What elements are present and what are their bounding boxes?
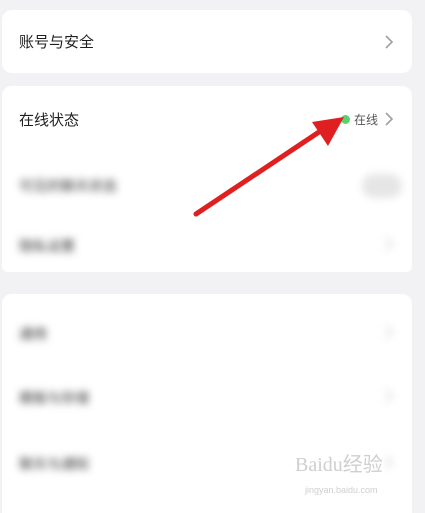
blurred-row-1-label: 可见的聊天状态: [19, 179, 117, 195]
chevron-right-icon: [385, 237, 394, 251]
blurred-row-2[interactable]: 隐私设置: [2, 218, 412, 272]
chevron-right-icon: [385, 112, 394, 126]
watermark-brand: Baidu经验: [295, 453, 383, 476]
account-security-card[interactable]: 账号与安全: [2, 10, 412, 73]
blurred-row-3-label: 通用: [19, 327, 47, 343]
status-card: 在线状态 在线 可见的聊天状态 隐私设置: [2, 86, 412, 272]
online-status-value: 在线: [340, 111, 378, 128]
blurred-row-5-label: 聊天与通知: [19, 457, 89, 473]
chevron-right-icon: [385, 389, 394, 403]
online-status-row[interactable]: 在线状态 在线: [2, 86, 412, 150]
watermark-url: jingyan.baidu.com: [304, 485, 378, 495]
blurred-row-3[interactable]: 通用: [2, 304, 412, 360]
online-status-text: 在线: [353, 113, 378, 127]
status-dot-icon: [340, 115, 350, 124]
chevron-right-icon: [385, 35, 394, 49]
blurred-row-4[interactable]: 模板与存储: [2, 368, 412, 424]
toggle-switch[interactable]: [362, 174, 402, 198]
blurred-row-1[interactable]: 可见的聊天状态: [2, 156, 412, 216]
chevron-right-icon: [385, 325, 394, 339]
blurred-row-4-label: 模板与存储: [19, 391, 89, 407]
baidu-jingyan-watermark: Baidu经验 jingyan.baidu.com: [295, 453, 383, 495]
account-security-label: 账号与安全: [19, 33, 95, 51]
blurred-row-2-label: 隐私设置: [19, 239, 75, 255]
online-status-label: 在线状态: [19, 111, 80, 129]
